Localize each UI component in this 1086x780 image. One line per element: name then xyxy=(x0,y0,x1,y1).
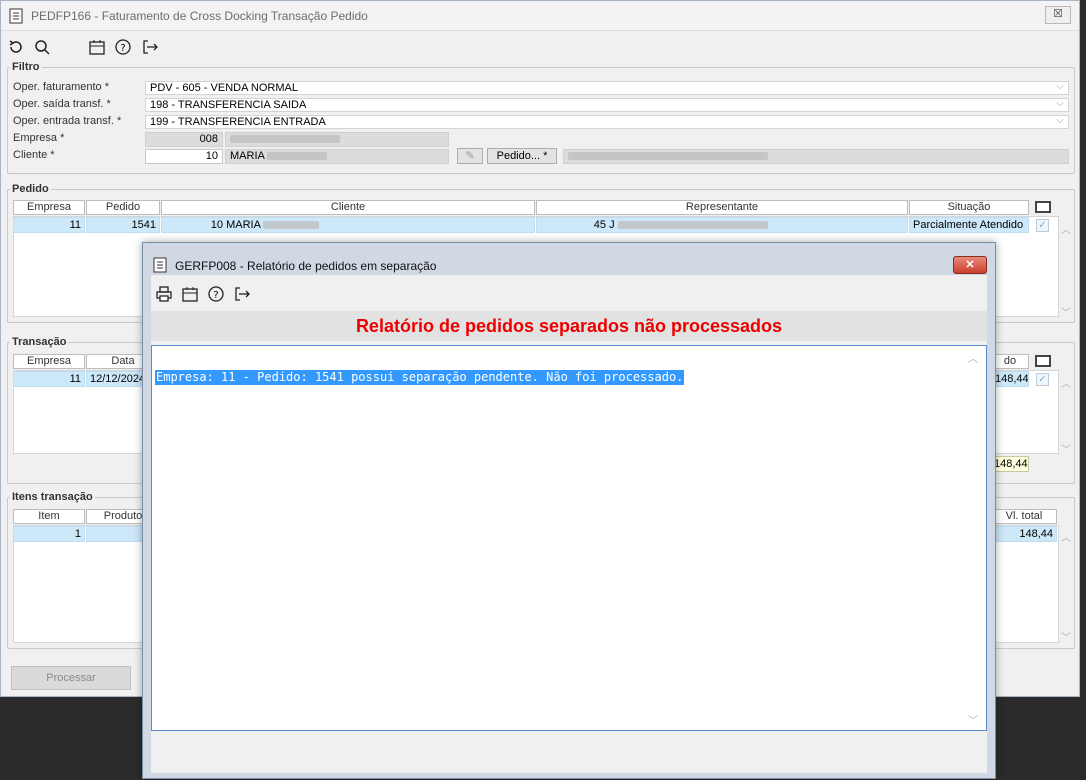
redacted-text xyxy=(230,135,340,143)
table-cell[interactable]: 148,44 xyxy=(991,526,1057,542)
oper-saida-select[interactable]: 198 - TRANSFERENCIA SAIDA ⌵ xyxy=(145,98,1069,112)
redacted-text xyxy=(267,152,328,161)
scroll-down-icon[interactable]: ﹀ xyxy=(1061,441,1071,456)
close-icon: ✕ xyxy=(965,259,975,271)
column-chooser-icon[interactable] xyxy=(1035,201,1051,213)
search-icon[interactable] xyxy=(33,38,51,56)
redacted-text xyxy=(263,221,320,230)
scroll-up-icon[interactable]: ︿ xyxy=(1061,529,1071,544)
col-empresa[interactable]: Empresa xyxy=(13,354,85,369)
transacao-legend: Transação xyxy=(12,336,67,348)
main-title: PEDFP166 - Faturamento de Cross Docking … xyxy=(31,9,368,23)
oper-faturamento-select[interactable]: PDV - 605 - VENDA NORMAL ⌵ xyxy=(145,81,1069,95)
main-title-bar: PEDFP166 - Faturamento de Cross Docking … xyxy=(1,1,1079,31)
report-dialog: GERFP008 - Relatório de pedidos em separ… xyxy=(142,242,996,779)
cliente-label: Cliente * xyxy=(13,149,55,161)
report-message[interactable]: Empresa: 11 - Pedido: 1541 possui separa… xyxy=(155,370,685,385)
redacted-text xyxy=(617,221,768,230)
oper-saida-label: Oper. saída transf. * xyxy=(13,98,111,110)
help-icon[interactable]: ? xyxy=(114,38,132,56)
calendar-icon[interactable] xyxy=(181,285,199,303)
col-representante[interactable]: Representante xyxy=(536,200,908,215)
scroll-down-icon[interactable]: ﹀ xyxy=(1061,629,1071,644)
chevron-down-icon: ⌵ xyxy=(1056,115,1064,126)
cliente-code-field[interactable]: 10 xyxy=(145,149,223,164)
col-item[interactable]: Item xyxy=(13,509,85,524)
col-pedido[interactable]: Pedido xyxy=(86,200,160,215)
scroll-down-icon[interactable]: ﹀ xyxy=(968,712,978,727)
svg-text:?: ? xyxy=(120,43,125,54)
chevron-down-icon: ⌵ xyxy=(1056,81,1064,92)
print-icon[interactable] xyxy=(155,285,173,303)
close-icon: ☒ xyxy=(1053,8,1063,20)
table-cell[interactable]: 11 xyxy=(13,217,85,233)
report-heading: Relatório de pedidos separados não proce… xyxy=(151,311,987,341)
scroll-up-icon[interactable]: ︿ xyxy=(1061,375,1071,390)
exit-icon[interactable] xyxy=(233,285,251,303)
cliente-name-field: MARIA xyxy=(225,149,449,164)
filtro-legend: Filtro xyxy=(12,61,40,73)
oper-faturamento-label: Oper. faturamento * xyxy=(13,81,109,93)
row-checkbox[interactable]: ✓ xyxy=(1036,219,1049,232)
exit-icon[interactable] xyxy=(141,38,159,56)
col-situacao[interactable]: Situação xyxy=(909,200,1029,215)
pedido-info-field xyxy=(563,149,1069,164)
empresa-code-field: 008 xyxy=(145,132,223,147)
scroll-down-icon[interactable]: ﹀ xyxy=(1061,304,1071,319)
table-cell[interactable]: 1541 xyxy=(86,217,160,233)
table-cell[interactable]: 148,44 xyxy=(991,371,1029,387)
scroll-up-icon[interactable]: ︿ xyxy=(1061,221,1071,236)
lookup-icon: ✎ xyxy=(465,150,475,162)
col-cliente[interactable]: Cliente xyxy=(161,200,535,215)
svg-text:?: ? xyxy=(213,290,218,301)
col-empresa[interactable]: Empresa xyxy=(13,200,85,215)
table-cell-cliente[interactable]: 10 MARIA xyxy=(161,217,535,233)
itens-legend: Itens transação xyxy=(12,491,93,503)
processar-button[interactable]: Processar xyxy=(11,666,131,690)
table-cell[interactable]: 1 xyxy=(13,526,85,542)
calendar-icon[interactable] xyxy=(88,38,106,56)
pedido-legend: Pedido xyxy=(12,183,49,195)
table-cell[interactable]: 11 xyxy=(13,371,85,387)
redacted-text xyxy=(568,152,768,160)
col-right-header[interactable]: do xyxy=(991,354,1029,369)
table-cell-representante[interactable]: 45 J xyxy=(536,217,908,233)
col-vl-total[interactable]: Vl. total xyxy=(991,509,1057,524)
row-checkbox[interactable]: ✓ xyxy=(1036,373,1049,386)
empresa-name-field xyxy=(225,132,449,147)
report-text-area[interactable]: Empresa: 11 - Pedido: 1541 possui separa… xyxy=(151,345,987,731)
document-icon xyxy=(9,8,23,27)
chevron-down-icon: ⌵ xyxy=(1056,98,1064,109)
dialog-title: GERFP008 - Relatório de pedidos em separ… xyxy=(175,259,437,273)
dialog-close-button[interactable]: ✕ xyxy=(953,256,987,274)
empresa-label: Empresa * xyxy=(13,132,65,144)
lookup-button[interactable]: ✎ xyxy=(457,148,483,164)
column-chooser-icon[interactable] xyxy=(1035,355,1051,367)
table-cell[interactable]: Parcialmente Atendido xyxy=(909,217,1029,233)
document-icon xyxy=(153,257,167,276)
pedido-button[interactable]: Pedido... * xyxy=(487,148,557,164)
oper-entrada-select[interactable]: 199 - TRANSFERENCIA ENTRADA ⌵ xyxy=(145,115,1069,129)
oper-entrada-label: Oper. entrada transf. * xyxy=(13,115,122,127)
main-close-button[interactable]: ☒ xyxy=(1045,6,1071,24)
refresh-icon[interactable] xyxy=(7,38,25,56)
dialog-body: ? Relatório de pedidos separados não pro… xyxy=(151,275,987,773)
scroll-up-icon[interactable]: ︿ xyxy=(968,350,978,365)
transacao-total: 148,44 xyxy=(991,456,1029,472)
help-icon[interactable]: ? xyxy=(207,285,225,303)
